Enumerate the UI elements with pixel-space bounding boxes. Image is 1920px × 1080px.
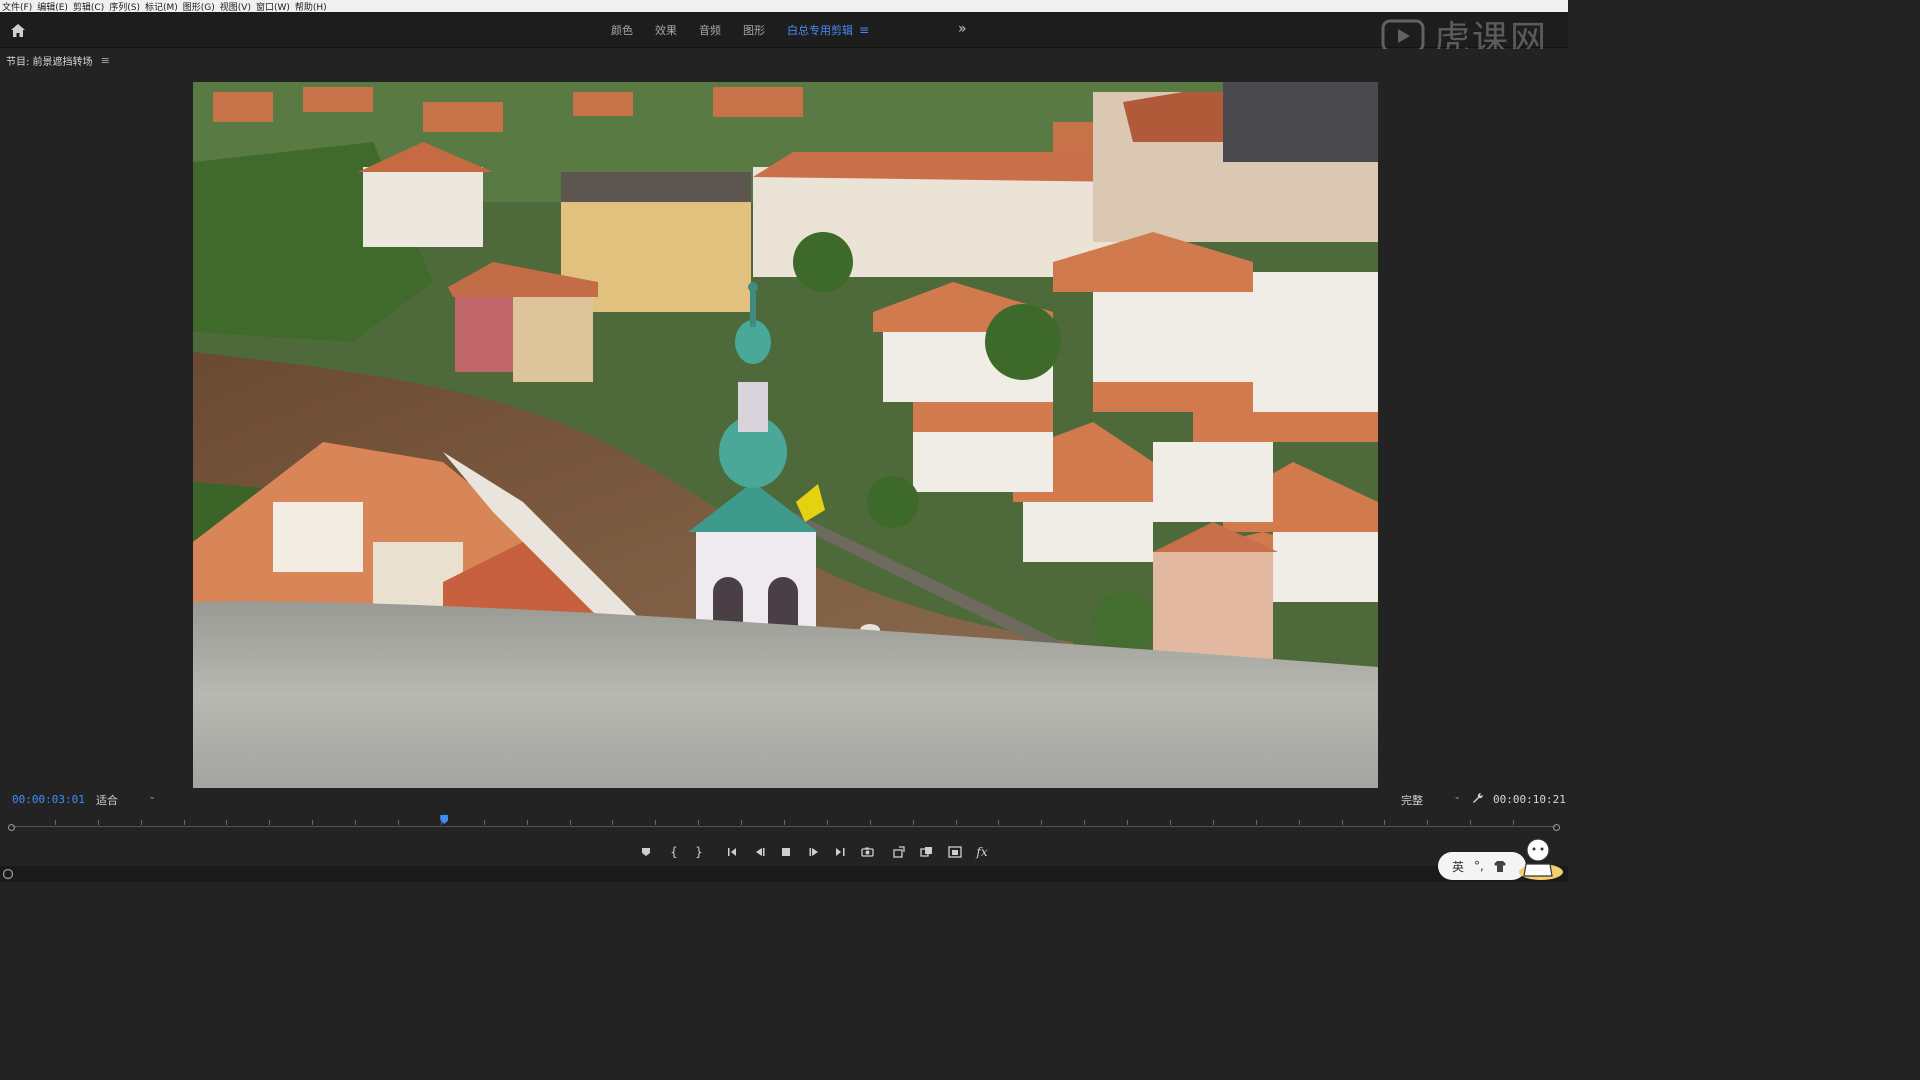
shirt-icon[interactable] bbox=[1493, 860, 1506, 872]
mark-in-icon[interactable]: { bbox=[665, 844, 683, 860]
ruler-tick bbox=[1255, 820, 1257, 825]
menu-help[interactable]: 帮助(H) bbox=[295, 0, 332, 13]
ruler-tick bbox=[1341, 820, 1343, 825]
ruler-tick bbox=[826, 820, 828, 825]
stop-icon[interactable] bbox=[777, 844, 795, 860]
ruler-tick bbox=[955, 820, 957, 825]
time-ruler[interactable] bbox=[8, 810, 1560, 832]
comparison-view-icon[interactable] bbox=[946, 844, 964, 860]
tab-color[interactable]: 颜色 bbox=[611, 22, 633, 38]
ruler-tick bbox=[440, 820, 442, 825]
menu-view[interactable]: 视图(V) bbox=[220, 0, 256, 13]
ime-mascot-icon bbox=[1519, 838, 1563, 880]
ruler-tick bbox=[1298, 820, 1300, 825]
menu-clip[interactable]: 剪辑(C) bbox=[73, 0, 109, 13]
ruler-tick bbox=[97, 820, 99, 825]
tab-custom-workspace[interactable]: 白总专用剪辑 bbox=[787, 22, 853, 38]
ruler-start-handle[interactable] bbox=[8, 824, 15, 831]
ime-language[interactable]: 英 bbox=[1452, 858, 1464, 875]
home-icon[interactable] bbox=[8, 20, 28, 40]
chevron-down-icon: ⌄ bbox=[148, 792, 156, 802]
town-aerial-scene bbox=[193, 82, 1378, 788]
menu-marker[interactable]: 标记(M) bbox=[145, 0, 183, 13]
tab-graphics[interactable]: 图形 bbox=[743, 22, 765, 38]
go-to-out-icon[interactable] bbox=[831, 844, 849, 860]
ruler-tick bbox=[398, 820, 399, 825]
zoom-level-value: 适合 bbox=[96, 794, 118, 807]
ruler-tick bbox=[784, 820, 785, 825]
ruler-tick bbox=[226, 820, 228, 825]
ruler-tick bbox=[1212, 820, 1214, 825]
transport-controls: { } fx bbox=[0, 840, 1568, 864]
ruler-tick bbox=[355, 820, 357, 825]
lift-icon[interactable] bbox=[890, 844, 908, 860]
menu-bar: 文件(F) 编辑(E) 剪辑(C) 序列(S) 标记(M) 图形(G) 视图(V… bbox=[0, 0, 1568, 13]
export-frame-icon[interactable] bbox=[858, 844, 876, 860]
program-monitor-header: 节目: 前景遮挡转场 ≡ bbox=[0, 49, 1568, 71]
ruler-track bbox=[12, 826, 1556, 827]
status-bar bbox=[0, 866, 1568, 882]
program-monitor bbox=[0, 71, 1568, 789]
video-preview[interactable] bbox=[193, 82, 1378, 788]
step-back-icon[interactable] bbox=[751, 844, 769, 860]
ruler-tick bbox=[1084, 820, 1086, 825]
ruler-tick bbox=[312, 820, 314, 825]
wrench-icon[interactable] bbox=[1472, 792, 1484, 807]
workspace-menu-icon[interactable]: ≡ bbox=[859, 23, 869, 37]
ruler-tick bbox=[1427, 820, 1429, 825]
ruler-tick bbox=[140, 820, 142, 825]
ime-punctuation[interactable]: °, bbox=[1474, 859, 1484, 873]
ruler-tick bbox=[1170, 820, 1171, 825]
menu-edit[interactable]: 编辑(E) bbox=[37, 0, 73, 13]
monitor-controls-row: 00:00:03:01 适合 ⌄ 完整 ⌄ 00:00:10:21 bbox=[0, 790, 1568, 808]
current-timecode[interactable]: 00:00:03:01 bbox=[12, 793, 85, 806]
fx-icon[interactable]: fx bbox=[973, 844, 991, 860]
panel-menu-icon[interactable]: ≡ bbox=[101, 54, 110, 67]
tab-audio[interactable]: 音频 bbox=[699, 22, 721, 38]
ruler-tick bbox=[998, 820, 1000, 825]
go-to-in-icon[interactable] bbox=[724, 844, 742, 860]
menu-graphics[interactable]: 图形(G) bbox=[183, 0, 220, 13]
tab-effects[interactable]: 效果 bbox=[655, 22, 677, 38]
ruler-tick bbox=[1384, 820, 1386, 825]
menu-window[interactable]: 窗口(W) bbox=[256, 0, 295, 13]
ruler-tick bbox=[183, 820, 185, 825]
workspace-bar: 颜色 效果 音频 图形 白总专用剪辑 ≡ » bbox=[0, 12, 1568, 48]
zoom-level-select[interactable]: 适合 ⌄ bbox=[96, 792, 158, 807]
ruler-tick bbox=[1127, 820, 1129, 825]
panel-title[interactable]: 节目: 前景遮挡转场 bbox=[6, 53, 93, 68]
ruler-tick bbox=[912, 820, 914, 825]
ruler-end-handle[interactable] bbox=[1553, 824, 1560, 831]
step-forward-icon[interactable] bbox=[805, 844, 823, 860]
chevron-down-icon: ⌄ bbox=[1453, 792, 1461, 802]
ruler-tick bbox=[698, 820, 700, 825]
extract-icon[interactable] bbox=[918, 844, 936, 860]
playback-resolution-select[interactable]: 完整 ⌄ bbox=[1401, 792, 1463, 807]
ruler-tick bbox=[269, 820, 271, 825]
more-workspaces-icon[interactable]: » bbox=[958, 21, 967, 37]
ruler-tick bbox=[1470, 820, 1472, 825]
add-marker-icon[interactable] bbox=[637, 844, 655, 860]
duration-timecode: 00:00:10:21 bbox=[1493, 793, 1566, 806]
playback-resolution-value: 完整 bbox=[1401, 794, 1423, 807]
ruler-tick bbox=[54, 820, 56, 825]
ruler-tick bbox=[612, 820, 614, 825]
menu-sequence[interactable]: 序列(S) bbox=[109, 0, 145, 13]
ruler-tick bbox=[526, 820, 528, 825]
ruler-tick bbox=[483, 820, 485, 825]
ruler-tick bbox=[1513, 820, 1515, 825]
ruler-tick bbox=[655, 820, 657, 825]
ruler-tick bbox=[741, 820, 743, 825]
ime-toolbar[interactable]: 英 °, bbox=[1438, 852, 1526, 880]
ruler-tick bbox=[869, 820, 871, 825]
ruler-tick bbox=[569, 820, 571, 825]
ruler-tick bbox=[1041, 820, 1043, 825]
mark-out-icon[interactable]: } bbox=[690, 844, 708, 860]
sync-icon bbox=[2, 868, 14, 880]
menu-file[interactable]: 文件(F) bbox=[2, 0, 37, 13]
